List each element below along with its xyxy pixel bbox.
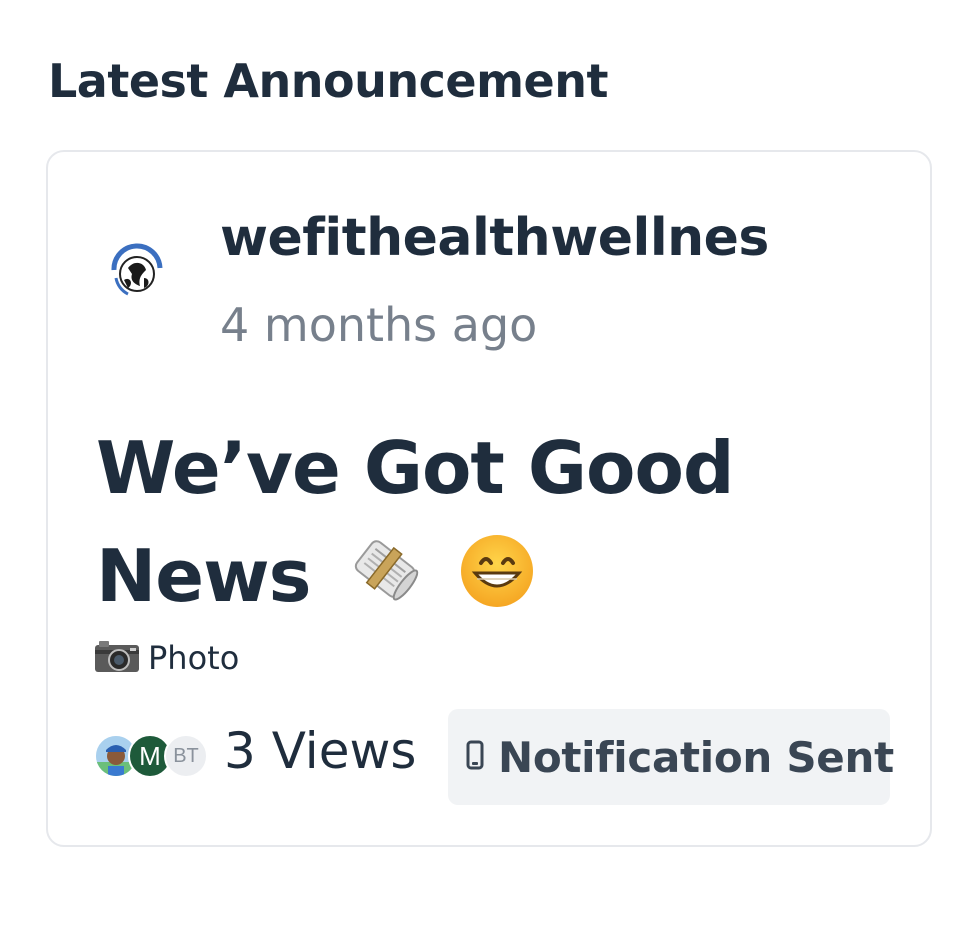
announcement-card[interactable]: wefithealthwellnes 4 months ago We’ve Go… bbox=[46, 150, 932, 847]
attachment-indicator[interactable]: Photo bbox=[94, 638, 239, 678]
viewer-avatars[interactable]: M BT bbox=[94, 734, 208, 780]
grinning-face-icon bbox=[459, 530, 535, 638]
notification-sent-badge: Notification Sent bbox=[448, 709, 894, 805]
rolled-newspaper-icon bbox=[345, 529, 425, 638]
author-avatar[interactable] bbox=[104, 240, 170, 306]
phone-icon bbox=[466, 740, 484, 774]
author-name[interactable]: wefithealthwellnes bbox=[220, 208, 769, 268]
camera-icon bbox=[94, 639, 140, 677]
views-count[interactable]: 3 Views bbox=[224, 722, 416, 780]
notification-label: Notification Sent bbox=[498, 732, 894, 782]
post-timestamp: 4 months ago bbox=[220, 298, 538, 352]
attachment-label: Photo bbox=[148, 639, 240, 677]
viewer-avatar-initial: BT bbox=[164, 734, 208, 778]
author-logo-icon bbox=[107, 243, 167, 303]
announcement-headline[interactable]: We’ve Got Good News bbox=[96, 414, 876, 638]
section-title: Latest Announcement bbox=[48, 54, 608, 108]
